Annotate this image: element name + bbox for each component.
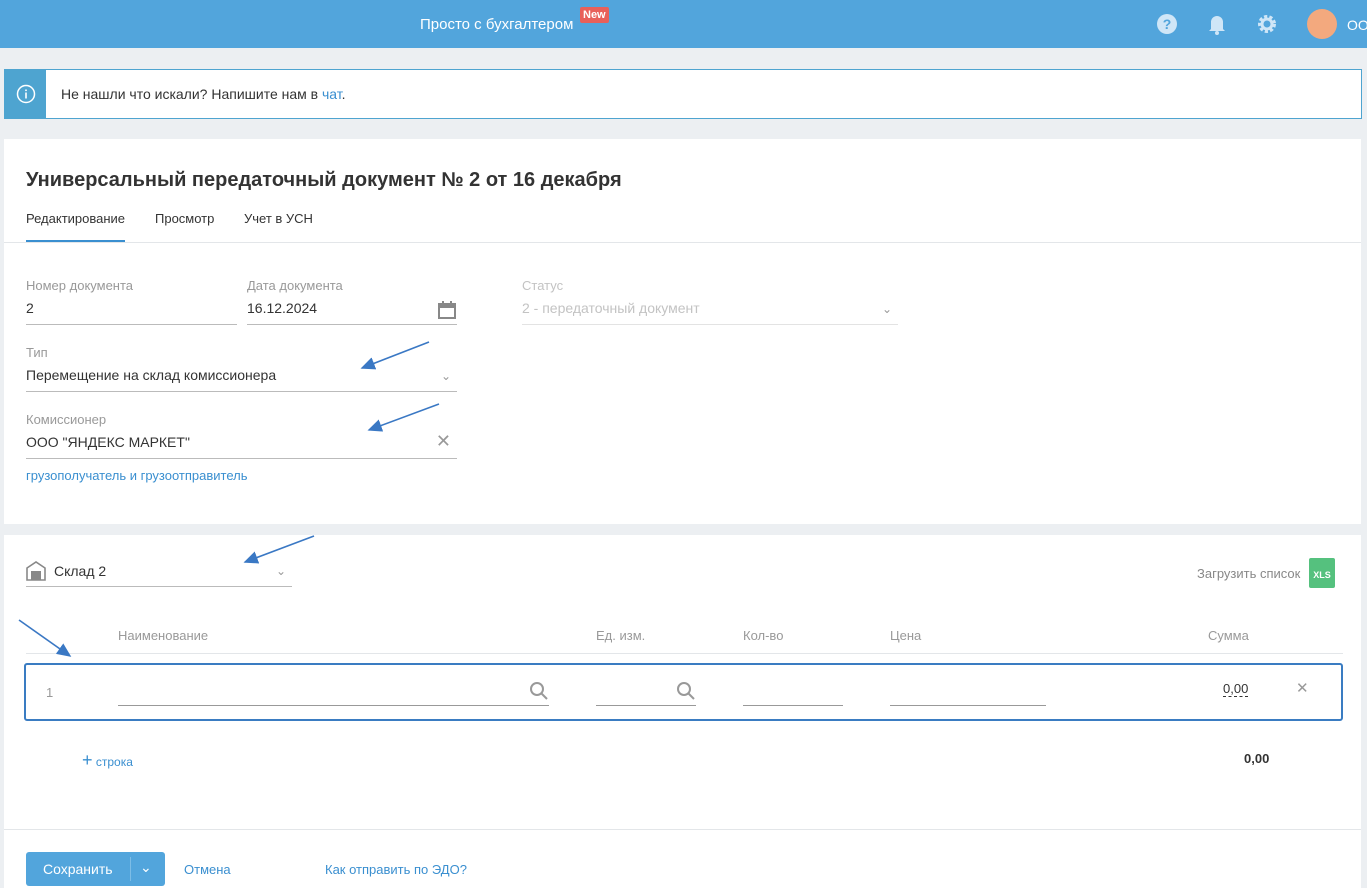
type-select[interactable]: Тип Перемещение на склад комиссионера ⌄ (26, 345, 457, 392)
chevron-down-icon: ⌄ (881, 302, 892, 316)
tab-usn[interactable]: Учет в УСН (244, 211, 313, 240)
xls-icon[interactable]: XLS (1309, 558, 1335, 588)
top-bar: Просто с бухгалтером New ? ОО (0, 0, 1367, 48)
status-select: Статус 2 - передаточный документ ⌄ (522, 278, 898, 325)
consignee-link[interactable]: грузополучатель и грузоотправитель (26, 468, 248, 483)
gear-icon[interactable] (1256, 13, 1278, 35)
upload-list-link[interactable]: Загрузить список (1197, 566, 1300, 581)
bell-icon[interactable] (1206, 13, 1228, 35)
chat-link[interactable]: чат (322, 86, 342, 102)
avatar[interactable] (1307, 9, 1337, 39)
total-sum: 0,00 (1244, 751, 1270, 766)
col-unit: Ед. изм. (596, 628, 646, 643)
qty-input[interactable] (743, 705, 843, 706)
doc-number-field[interactable]: Номер документа 2 (26, 278, 237, 325)
cancel-link[interactable]: Отмена (184, 862, 231, 877)
chevron-down-icon: ⌄ (275, 564, 286, 578)
unit-input[interactable] (596, 705, 696, 706)
col-sum: Сумма (1208, 628, 1249, 643)
page-title: Универсальный передаточный документ № 2 … (26, 169, 622, 191)
search-icon[interactable] (529, 681, 549, 701)
price-input[interactable] (890, 705, 1046, 706)
new-badge: New (580, 7, 609, 23)
calendar-icon[interactable] (437, 300, 457, 320)
warehouse-select[interactable]: Склад 2 ⌄ (26, 557, 292, 587)
add-row-button[interactable]: + строка (82, 750, 133, 771)
svg-text:?: ? (1163, 16, 1172, 32)
save-button[interactable]: Сохранить ⌄ (26, 852, 165, 886)
help-icon[interactable]: ? (1156, 13, 1178, 35)
info-icon (5, 70, 46, 118)
row-sum[interactable]: 0,00 (1223, 681, 1249, 697)
agent-field[interactable]: Комиссионер ООО "ЯНДЕКС МАРКЕТ" ✕ (26, 412, 457, 459)
delete-row-icon[interactable]: ✕ (1296, 679, 1309, 697)
user-name[interactable]: ОО (1347, 17, 1367, 33)
chevron-down-icon: ⌄ (140, 859, 152, 875)
col-qty: Кол-во (743, 628, 784, 643)
tab-view[interactable]: Просмотр (155, 211, 214, 240)
document-card: Универсальный передаточный документ № 2 … (4, 139, 1361, 524)
doc-date-field[interactable]: Дата документа 16.12.2024 (247, 278, 457, 325)
chevron-down-icon: ⌄ (440, 369, 451, 383)
col-price: Цена (890, 628, 922, 643)
col-name: Наименование (118, 628, 209, 643)
items-card: Склад 2 ⌄ Загрузить список XLS Наименован… (4, 535, 1361, 888)
name-input[interactable] (118, 705, 549, 706)
brand-title[interactable]: Просто с бухгалтером (420, 16, 573, 33)
tab-edit[interactable]: Редактирование (26, 211, 126, 243)
search-icon[interactable] (676, 681, 696, 701)
info-banner: Не нашли что искали? Напишите нам в чат. (4, 69, 1362, 119)
table-row: 1 0,00 ✕ (24, 663, 1343, 721)
clear-icon[interactable]: ✕ (436, 431, 451, 452)
edo-help-link[interactable]: Как отправить по ЭДО? (325, 862, 467, 877)
